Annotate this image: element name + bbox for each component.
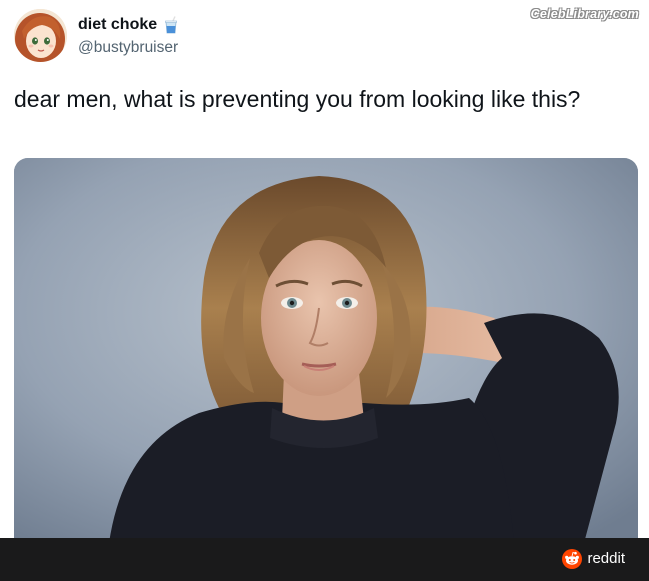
- watermark-logo: CelebLibrary.com: [530, 7, 639, 21]
- user-block: diet choke @bustybruiser: [78, 15, 179, 58]
- tweet-photo[interactable]: [14, 158, 638, 543]
- display-name-row: diet choke: [78, 15, 179, 35]
- reddit-brand[interactable]: reddit: [562, 549, 625, 569]
- reddit-label: reddit: [587, 550, 625, 567]
- user-handle[interactable]: @bustybruiser: [78, 38, 179, 58]
- reddit-logo-icon: [562, 549, 583, 569]
- footer-bar: reddit: [0, 538, 649, 581]
- portrait-image: [14, 158, 638, 543]
- anime-avatar-icon[interactable]: [14, 9, 67, 62]
- cup-with-straw-icon: [163, 16, 179, 34]
- screenshot: diet choke @bustybruiser CelebLibrary.co…: [0, 0, 649, 581]
- display-name[interactable]: diet choke: [78, 15, 157, 35]
- tweet-text: dear men, what is preventing you from lo…: [14, 86, 581, 112]
